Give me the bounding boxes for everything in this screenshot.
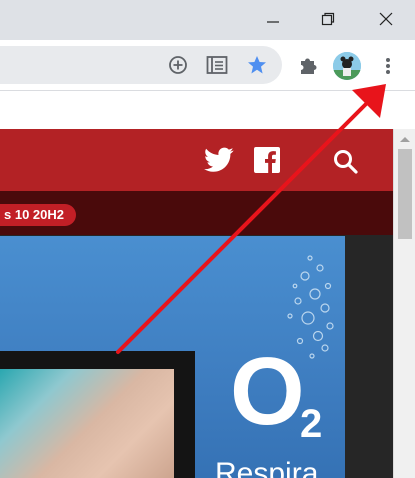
web-page-viewport: s 10 20H2 O 2 Respira xyxy=(0,129,393,478)
close-icon xyxy=(379,12,393,26)
o2-logo-subscript: 2 xyxy=(300,402,323,446)
o2-logo: O xyxy=(230,338,305,445)
page-scrollbar[interactable] xyxy=(393,129,415,478)
scroll-up-icon[interactable] xyxy=(399,135,411,143)
search-icon xyxy=(334,150,358,174)
puzzle-extensions-icon xyxy=(301,58,317,74)
article-image[interactable] xyxy=(0,369,174,478)
twitter-icon xyxy=(204,147,234,172)
window-title-bar xyxy=(0,0,415,40)
scrollbar-thumb[interactable] xyxy=(398,149,412,239)
facebook-link[interactable] xyxy=(254,147,280,178)
site-search-button[interactable] xyxy=(333,149,359,180)
ad-tagline: Respira xyxy=(215,457,319,478)
avatar[interactable] xyxy=(333,52,361,80)
browser-toolbar xyxy=(0,40,415,91)
kebab-menu-icon xyxy=(386,58,390,74)
minimize-button[interactable] xyxy=(255,6,291,32)
reading-list-icon xyxy=(206,56,228,74)
extensions-button[interactable] xyxy=(296,53,320,77)
address-bar[interactable] xyxy=(0,46,282,84)
trending-tag-label: s 10 20H2 xyxy=(4,207,64,222)
bookmark-star-button[interactable] xyxy=(245,53,269,77)
bookmark-bar xyxy=(0,91,415,129)
browser-menu-button[interactable] xyxy=(376,54,400,78)
restore-button[interactable] xyxy=(310,6,346,32)
restore-icon xyxy=(321,12,335,26)
trending-tag[interactable]: s 10 20H2 xyxy=(0,204,76,226)
add-circle-button[interactable] xyxy=(166,53,190,77)
site-header xyxy=(0,129,393,191)
reading-list-button[interactable] xyxy=(205,53,229,77)
add-circle-icon xyxy=(169,56,187,74)
minimize-icon xyxy=(267,21,279,23)
twitter-link[interactable] xyxy=(204,147,234,178)
star-icon xyxy=(248,56,266,74)
avatar-icon xyxy=(333,52,361,80)
close-button[interactable] xyxy=(368,6,404,32)
facebook-icon xyxy=(254,147,280,173)
